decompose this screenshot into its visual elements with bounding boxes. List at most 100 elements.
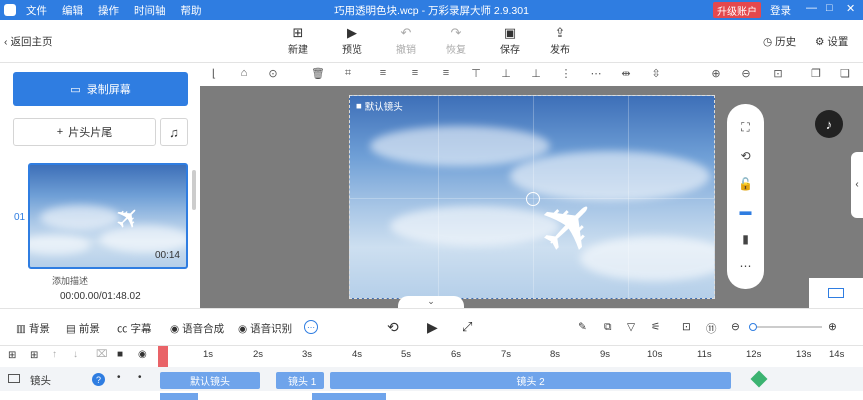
scene-description[interactable]: 添加描述 (52, 274, 88, 287)
distribute-v-icon[interactable]: ⋯ (588, 67, 604, 83)
tick-1s: 1s (203, 349, 214, 360)
crop-icon[interactable]: ⌗ (340, 67, 356, 83)
align-vcenter-icon[interactable]: ⊥ (498, 67, 514, 83)
zoom-in-icon[interactable]: ⊕ (708, 67, 724, 83)
publish-button[interactable]: ⇪ 发布 (543, 25, 577, 56)
filter-icon[interactable]: ▽ (627, 321, 635, 333)
unlock-rotate-icon[interactable]: ⟲ (727, 149, 764, 163)
intro-outro-button[interactable]: + 片头片尾 (13, 118, 156, 146)
tick-11s: 11s (697, 349, 712, 360)
new-button[interactable]: ⊞ 新建 (281, 25, 315, 56)
edit-icon[interactable]: ✎ (578, 321, 587, 333)
subtitle-button[interactable]: ㏄字幕 (117, 321, 152, 336)
cc-icon: ㏄ (117, 323, 128, 335)
delete-icon[interactable]: 🗑 (310, 67, 326, 83)
music-toggle-button[interactable]: ♪ (815, 110, 843, 138)
record-frame-icon[interactable]: ⊡ (682, 321, 691, 333)
split-icon[interactable]: ⧉ (604, 321, 612, 334)
tick-10s: 10s (647, 349, 663, 360)
folder-icon[interactable]: ⊞ (8, 350, 16, 361)
paste-icon[interactable]: ❏ (837, 67, 853, 83)
login-link[interactable]: 登录 (770, 3, 791, 18)
close-icon[interactable]: ✕ (846, 2, 855, 15)
more-options-icon[interactable]: ⋯ (727, 259, 764, 273)
minimize-icon[interactable]: — (806, 2, 817, 14)
preview-button[interactable]: ▶ 预览 (335, 25, 369, 56)
play-icon[interactable]: ▶ (427, 319, 438, 336)
help-icon[interactable]: ? (92, 373, 105, 386)
phone-icon[interactable]: ▮ (727, 232, 764, 246)
tick-7s: 7s (501, 349, 512, 360)
replay-icon[interactable]: ⟲ (387, 319, 399, 336)
clip-camera-1[interactable]: 镜头 1 (276, 372, 324, 389)
fullscreen-icon[interactable]: ⤢ (462, 319, 472, 335)
distribute-h-icon[interactable]: ⋮ (558, 67, 574, 83)
unlock-icon[interactable]: 🔓 (727, 177, 764, 191)
counter-icon[interactable]: ⑪ (706, 321, 717, 336)
scene-thumbnail[interactable]: ✈ 00:14 (28, 163, 188, 269)
upgrade-button[interactable]: 升级账户 (713, 2, 761, 18)
align-middle-icon[interactable]: ≡ (407, 67, 423, 83)
redo-button[interactable]: ↷ 恢复 (439, 25, 473, 56)
zoom-slider-handle[interactable] (749, 323, 757, 331)
align-center-icon[interactable]: ≡ (375, 67, 391, 83)
editor-toolbar: ⌊ ⌂ ⊙ 🗑 ⌗ ≡ ≡ ≡ ⊤ ⊥ ⊥ ⋮ ⋯ ⇹ ⇳ ⊕ ⊖ ⊡ ❐ ❏ (200, 63, 863, 86)
lock-icon[interactable]: ■ (117, 349, 123, 360)
tick-9s: 9s (600, 349, 611, 360)
tick-5s: 5s (401, 349, 412, 360)
align-right-icon[interactable]: ≡ (438, 67, 454, 83)
undo-button[interactable]: ↶ 撤销 (389, 25, 423, 56)
zoom-slider[interactable] (749, 323, 822, 331)
record-screen-button[interactable]: ▭ 录制屏幕 (13, 72, 188, 106)
new-file-icon: ⊞ (292, 25, 304, 40)
clip-camera-2[interactable]: 镜头 2 (330, 372, 731, 389)
more-controls-icon[interactable]: ⋯ (304, 320, 318, 334)
playhead-icon[interactable] (158, 346, 168, 368)
align-bottom-icon[interactable]: ⊥ (528, 67, 544, 83)
adjust-icon[interactable]: ⚟ (651, 321, 660, 333)
flip-h-icon[interactable]: ⇹ (618, 67, 634, 83)
move-down-icon[interactable]: ↓ (73, 349, 78, 360)
timeline-ruler[interactable]: ⊞ ⊞ ↑ ↓ ⌧ ■ ◉ 1s 2s 3s 4s 5s 6s 7s 8s 9s… (0, 345, 863, 368)
clip-default-camera[interactable]: 默认镜头 (160, 372, 260, 389)
tick-14s: 14s (829, 349, 845, 360)
history-button[interactable]: ◷ 历史 (763, 34, 796, 49)
align-left-icon[interactable]: ⌊ (206, 67, 222, 83)
screenshot-icon[interactable]: ⛶ (727, 120, 764, 135)
scene-scrollbar[interactable] (192, 170, 196, 210)
music-button[interactable]: ♫ (160, 118, 188, 146)
tick-4s: 4s (352, 349, 363, 360)
back-home-button[interactable]: ‹ 返回主页 (4, 34, 53, 49)
zoom-out-timeline-icon[interactable]: ⊖ (731, 321, 740, 333)
trash-icon[interactable]: ⌧ (96, 349, 108, 360)
ratio-icon (828, 288, 844, 298)
asr-button[interactable]: ◉ 语音识别 (238, 321, 292, 336)
desktop-icon[interactable]: ▬ (727, 204, 764, 218)
align-top-icon[interactable]: ⊤ (468, 67, 484, 83)
more-icon[interactable]: ⊙ (265, 67, 281, 83)
move-up-icon[interactable]: ↑ (52, 349, 57, 360)
next-track (0, 391, 863, 400)
next-track-clip[interactable] (312, 393, 386, 400)
home-icon[interactable]: ⌂ (236, 67, 252, 83)
save-button[interactable]: ▣ 保存 (493, 25, 527, 56)
settings-button[interactable]: ⚙ 设置 (815, 34, 848, 49)
zoom-in-timeline-icon[interactable]: ⊕ (828, 321, 837, 333)
background-button[interactable]: ▥ 背景 (16, 321, 50, 336)
plus-icon: + (56, 126, 64, 138)
aspect-ratio-button[interactable] (809, 278, 863, 308)
tick-8s: 8s (550, 349, 561, 360)
next-track-clip[interactable] (160, 393, 198, 400)
zoom-out-icon[interactable]: ⊖ (738, 67, 754, 83)
flip-v-icon[interactable]: ⇳ (648, 67, 664, 83)
tick-6s: 6s (451, 349, 462, 360)
scene-preview[interactable]: ■ 默认镜头 ✈ (349, 95, 715, 299)
foreground-button[interactable]: ▤ 前景 (66, 321, 100, 336)
folder-add-icon[interactable]: ⊞ (30, 350, 38, 361)
tts-button[interactable]: ◉ 语音合成 (170, 321, 224, 336)
eye-icon[interactable]: ◉ (138, 349, 147, 360)
maximize-icon[interactable]: □ (826, 2, 833, 14)
fit-icon[interactable]: ⊡ (770, 67, 786, 83)
expand-panel-button[interactable]: ‹ (851, 152, 863, 218)
copy-icon[interactable]: ❐ (808, 67, 824, 83)
